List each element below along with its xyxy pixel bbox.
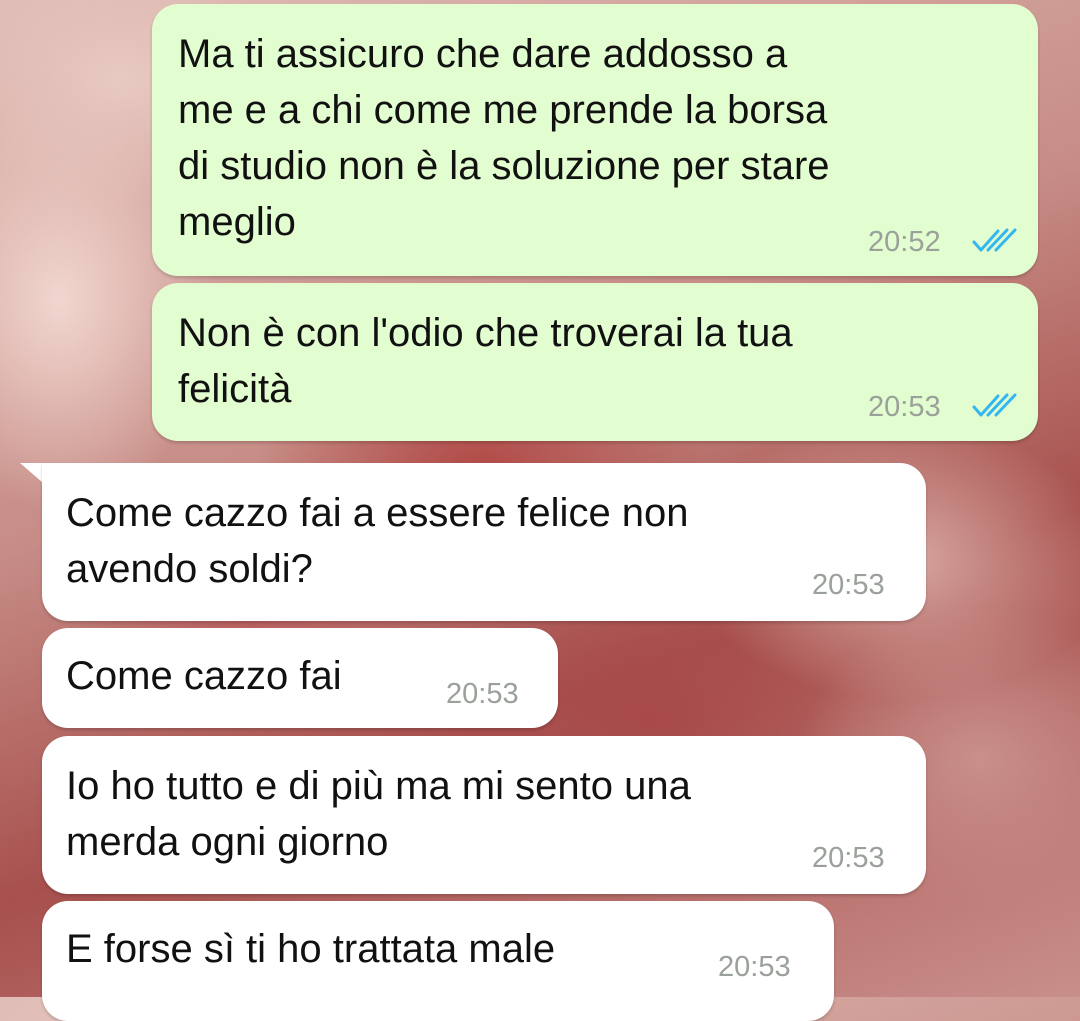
message-line: avendo soldi? (66, 547, 313, 591)
message-line: Non è con l'odio che troverai la tua (178, 311, 793, 355)
message-line: Ma ti assicuro che dare addosso a (178, 32, 788, 76)
message-line: meglio (178, 200, 296, 244)
double-check-read-icon (972, 393, 1017, 417)
message-timestamp: 20:53 (718, 951, 791, 983)
message-text: Non è con l'odio che troverai la tua fel… (178, 305, 793, 417)
message-bubble-incoming[interactable]: E forse sì ti ho trattata male 20:53 (42, 901, 834, 1021)
message-timestamp: 20:53 (812, 569, 885, 601)
message-timestamp: 20:53 (868, 391, 941, 423)
message-bubble-outgoing[interactable]: Ma ti assicuro che dare addosso a me e a… (152, 4, 1038, 276)
message-line: Io ho tutto e di più ma mi sento una (66, 764, 691, 808)
message-bubble-incoming[interactable]: Come cazzo fai 20:53 (42, 628, 558, 728)
message-line: felicità (178, 367, 292, 411)
chat-screen: { "colors": { "outgoing_bubble": "#e2fdc… (0, 0, 1080, 1021)
message-bubble-outgoing[interactable]: Non è con l'odio che troverai la tua fel… (152, 283, 1038, 441)
message-line: me e a chi come me prende la borsa (178, 88, 828, 132)
message-line: di studio non è la soluzione per stare (178, 144, 830, 188)
message-text: Come cazzo fai a essere felice non avend… (66, 485, 689, 597)
message-text: Io ho tutto e di più ma mi sento una mer… (66, 758, 691, 870)
message-line: E forse sì ti ho trattata male (66, 927, 556, 971)
message-bubble-incoming[interactable]: Come cazzo fai a essere felice non avend… (42, 463, 926, 621)
message-line: Come cazzo fai a essere felice non (66, 491, 689, 535)
double-check-read-icon (972, 228, 1017, 252)
message-bubble-incoming[interactable]: Io ho tutto e di più ma mi sento una mer… (42, 736, 926, 894)
message-timestamp: 20:53 (446, 678, 519, 710)
message-text: E forse sì ti ho trattata male (66, 921, 555, 977)
message-text: Come cazzo fai (66, 648, 342, 704)
message-timestamp: 20:53 (812, 842, 885, 874)
message-text: Ma ti assicuro che dare addosso a me e a… (178, 26, 830, 250)
message-line: merda ogni giorno (66, 820, 389, 864)
message-line: Come cazzo fai (66, 654, 342, 698)
message-timestamp: 20:52 (868, 226, 941, 258)
